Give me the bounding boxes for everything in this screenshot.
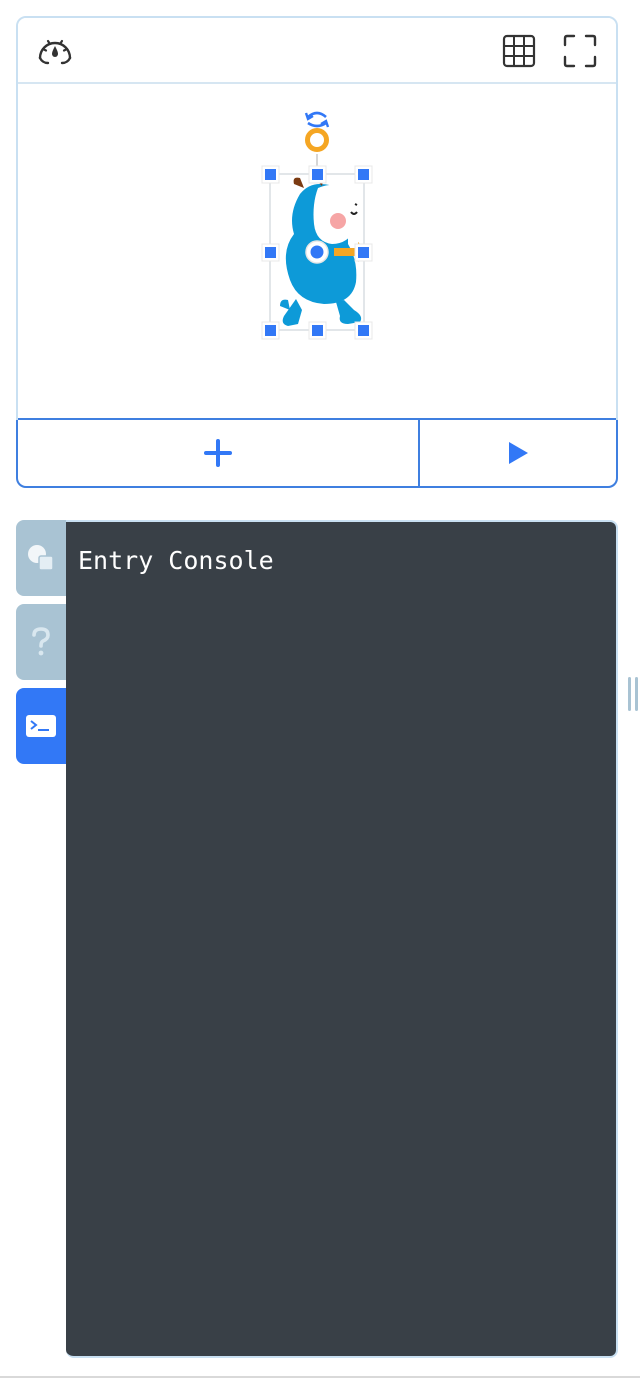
run-button[interactable] bbox=[420, 420, 616, 486]
stage-toolbar bbox=[18, 18, 616, 84]
help-icon bbox=[32, 627, 50, 656]
grid-icon[interactable] bbox=[500, 32, 538, 70]
plus-icon bbox=[204, 439, 232, 467]
tab-help[interactable] bbox=[16, 604, 66, 680]
tab-console[interactable] bbox=[16, 688, 66, 764]
console-icon bbox=[26, 715, 56, 737]
tab-objects[interactable] bbox=[16, 520, 66, 596]
objects-icon bbox=[28, 545, 54, 571]
console-panel[interactable]: Entry Console bbox=[66, 520, 618, 1358]
divider bbox=[0, 1376, 640, 1378]
rotation-handle[interactable] bbox=[305, 128, 329, 152]
stage-canvas[interactable] bbox=[18, 84, 616, 420]
console-output: Entry Console bbox=[78, 546, 274, 575]
rotate-arrow-icon[interactable] bbox=[304, 111, 330, 128]
sprite-selection[interactable] bbox=[18, 84, 616, 420]
stage-controls bbox=[18, 418, 616, 486]
speedometer-icon[interactable] bbox=[36, 32, 74, 70]
play-icon bbox=[509, 442, 528, 464]
add-object-button[interactable] bbox=[18, 420, 420, 486]
center-handle[interactable] bbox=[310, 245, 324, 259]
fullscreen-icon[interactable] bbox=[561, 32, 599, 70]
panel-resize-handle[interactable] bbox=[628, 677, 638, 711]
stage-panel bbox=[16, 16, 618, 488]
